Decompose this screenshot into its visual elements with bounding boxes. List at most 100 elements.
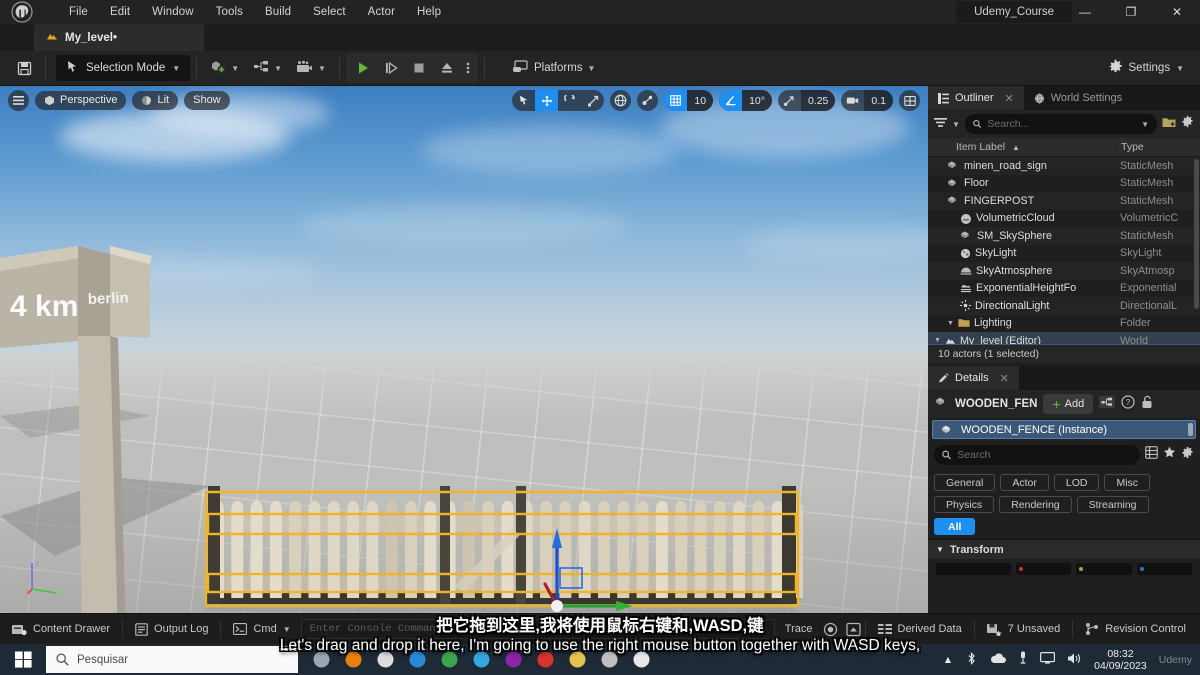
cinematics-button[interactable]: ▼ <box>289 55 333 81</box>
tab-my-level[interactable]: My_level• <box>34 24 204 51</box>
show-dropdown[interactable]: Show <box>184 91 230 110</box>
filter-icon[interactable] <box>934 115 947 133</box>
eject-button[interactable] <box>434 55 460 81</box>
close-icon[interactable]: ✕ <box>1005 92 1014 105</box>
outliner-row-skylight[interactable]: SkyLight SkyLight <box>928 245 1200 263</box>
outliner-col-item-label[interactable]: Item Label ▲ <box>928 141 1116 153</box>
outliner-row-my-level-editor[interactable]: ▼ My_level (Editor) World <box>928 332 1200 344</box>
star-icon[interactable] <box>1163 446 1176 464</box>
add-actor-button[interactable]: ▼ <box>203 55 246 81</box>
trace-label-item[interactable]: Trace <box>779 614 819 645</box>
chrome-icon[interactable] <box>438 649 460 671</box>
perspective-dropdown[interactable]: Perspective <box>35 91 126 110</box>
derived-data-button[interactable]: Derived Data <box>866 614 974 645</box>
menu-help[interactable]: Help <box>406 3 452 21</box>
minimize-button[interactable]: — <box>1062 0 1108 24</box>
world-coordinate-icon[interactable] <box>610 90 631 111</box>
onedrive-icon[interactable] <box>990 653 1006 667</box>
details-search-box[interactable] <box>934 445 1140 465</box>
level-viewport[interactable]: 4 km berlin z y x Perspective Lit Show 1… <box>0 86 928 613</box>
stop-button[interactable] <box>406 55 432 81</box>
instance-scrollbar[interactable] <box>1188 423 1193 436</box>
blueprint-icon[interactable] <box>1099 395 1115 414</box>
edge-icon[interactable] <box>406 649 428 671</box>
photos-icon[interactable] <box>566 649 588 671</box>
tab-world-settings[interactable]: World Settings <box>1024 86 1132 110</box>
step-forward-button[interactable] <box>378 55 404 81</box>
blueprints-button[interactable]: ▼ <box>246 55 289 81</box>
expand-caret-icon[interactable]: ▼ <box>947 320 954 327</box>
unlock-icon[interactable] <box>1141 395 1153 414</box>
select-tool[interactable] <box>512 90 535 111</box>
pdf-icon[interactable] <box>534 649 556 671</box>
outliner-search-input[interactable] <box>987 118 1135 130</box>
scale-snap-value[interactable]: 0.25 <box>801 90 835 111</box>
taskbar-search-box[interactable]: Pesquisar <box>46 646 298 673</box>
menu-select[interactable]: Select <box>302 3 357 21</box>
location-y-field[interactable] <box>1076 563 1131 575</box>
new-folder-icon[interactable] <box>1162 115 1176 133</box>
taskview-icon[interactable] <box>310 649 332 671</box>
add-component-button[interactable]: + Add <box>1043 394 1093 414</box>
unreal-engine-logo-icon[interactable] <box>0 0 44 24</box>
windows-start-icon[interactable] <box>0 644 46 675</box>
grid-view-icon[interactable] <box>1145 446 1158 464</box>
menu-actor[interactable]: Actor <box>357 3 406 21</box>
outliner-row-directionallight[interactable]: DirectionalLight DirectionalL <box>928 297 1200 315</box>
console-command-input[interactable]: Enter Console Command <box>301 619 775 639</box>
filter-chip-actor[interactable]: Actor <box>1000 474 1049 491</box>
filter-chip-streaming[interactable]: Streaming <box>1077 496 1149 513</box>
content-drawer-button[interactable]: Content Drawer <box>0 614 122 645</box>
search-chevron-icon[interactable]: ▼ <box>1141 120 1149 129</box>
hamburger-icon[interactable] <box>8 90 29 111</box>
move-tool[interactable] <box>535 90 558 111</box>
scale-tool[interactable] <box>581 90 604 111</box>
filter-chip-rendering[interactable]: Rendering <box>999 496 1071 513</box>
details-gear-icon[interactable] <box>1181 446 1194 464</box>
outliner-row-fingerpost[interactable]: FINGERPOST StaticMesh <box>928 192 1200 210</box>
tab-outliner[interactable]: Outliner ✕ <box>928 86 1024 110</box>
more-options-button[interactable] <box>462 55 474 81</box>
save-icon[interactable] <box>10 55 39 81</box>
filter-chip-lod[interactable]: LOD <box>1054 474 1100 491</box>
expand-caret-icon[interactable]: ▼ <box>934 337 941 344</box>
transform-section-header[interactable]: ▼ Transform <box>928 539 1200 559</box>
selection-mode-dropdown[interactable]: Selection Mode ▼ <box>56 55 190 81</box>
keyboard-icon[interactable] <box>598 649 620 671</box>
platforms-button[interactable]: Platforms ▼ <box>505 55 603 81</box>
outliner-row-exponentialheightfo[interactable]: ExponentialHeightFo Exponential <box>928 280 1200 298</box>
outliner-search-box[interactable]: ▼ <box>965 114 1157 134</box>
cmd-dropdown[interactable]: Cmd ▼ <box>221 614 296 645</box>
vlc-icon[interactable] <box>342 649 364 671</box>
trace-record-button[interactable] <box>819 614 842 645</box>
filter-chip-all[interactable]: All <box>934 518 975 535</box>
surface-snap-icon[interactable] <box>637 90 658 111</box>
tab-details[interactable]: Details ✕ <box>928 366 1019 390</box>
menu-edit[interactable]: Edit <box>99 3 141 21</box>
outliner-settings-gear-icon[interactable] <box>1181 115 1194 133</box>
telegram-icon[interactable] <box>470 649 492 671</box>
filter-chip-general[interactable]: General <box>934 474 995 491</box>
outliner-row-skyatmosphere[interactable]: SkyAtmosphere SkyAtmosp <box>928 262 1200 280</box>
output-log-button[interactable]: Output Log <box>123 614 220 645</box>
location-z-field[interactable] <box>1137 563 1192 575</box>
taskbar-clock[interactable]: 08:32 04/09/2023 <box>1094 648 1147 672</box>
details-search-input[interactable] <box>957 449 1132 461</box>
outliner-tree[interactable]: minen_road_sign StaticMesh Floor StaticMesh… <box>928 157 1200 344</box>
menu-file[interactable]: File <box>58 3 99 21</box>
unsaved-button[interactable]: 7 Unsaved <box>975 614 1073 645</box>
unreal-icon[interactable] <box>630 649 652 671</box>
rotate-tool[interactable] <box>558 90 581 111</box>
explorer-icon[interactable] <box>374 649 396 671</box>
outliner-row-floor[interactable]: Floor StaticMesh <box>928 175 1200 193</box>
menu-window[interactable]: Window <box>141 3 205 21</box>
camera-icon[interactable] <box>841 90 864 111</box>
details-close-icon[interactable]: ✕ <box>1000 372 1009 385</box>
outliner-row-minen-road-sign[interactable]: minen_road_sign StaticMesh <box>928 157 1200 175</box>
grid-snap-icon[interactable] <box>664 90 687 111</box>
chevron-up-icon[interactable]: ▲ <box>943 654 953 666</box>
outliner-row-sm-skysphere[interactable]: SM_SkySphere StaticMesh <box>928 227 1200 245</box>
outliner-row-lighting[interactable]: ▼ Lighting Folder <box>928 315 1200 333</box>
filter-chip-misc[interactable]: Misc <box>1104 474 1150 491</box>
yahoo-icon[interactable] <box>502 649 524 671</box>
